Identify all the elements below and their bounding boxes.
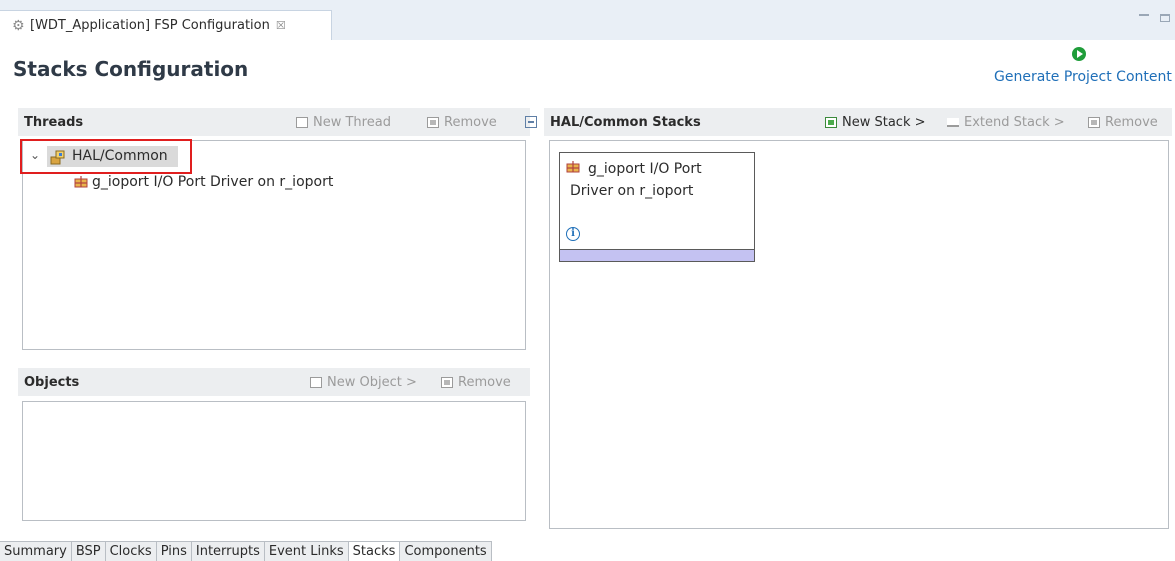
stacks-header: HAL/Common Stacks New Stack > Extend Sta… — [544, 108, 1172, 136]
remove-object-label: Remove — [458, 374, 511, 390]
new-thread-button[interactable]: New Thread — [296, 108, 391, 136]
highlight-box — [20, 139, 192, 174]
extend-stack-label: Extend Stack > — [964, 114, 1065, 130]
objects-list[interactable] — [22, 401, 526, 521]
remove-icon — [1088, 116, 1100, 128]
editor-tab-label: [WDT_Application] FSP Configuration — [30, 18, 270, 33]
stacks-title: HAL/Common Stacks — [550, 114, 701, 130]
stack-card-footer-bar — [560, 249, 754, 261]
remove-icon — [441, 376, 453, 388]
collapse-all-icon[interactable] — [525, 116, 537, 128]
editor-tab-fsp-configuration[interactable]: ⚙ [WDT_Application] FSP Configuration ☒ — [0, 10, 332, 40]
remove-stack-label: Remove — [1105, 114, 1158, 130]
stack-card-title-line2: Driver on r_ioport — [570, 183, 694, 199]
minimize-icon[interactable] — [1139, 14, 1149, 20]
new-object-label: New Object > — [327, 374, 417, 390]
tree-item-g-ioport[interactable]: g_ioport I/O Port Driver on r_ioport — [92, 174, 333, 190]
tab-event-links[interactable]: Event Links — [264, 542, 349, 561]
remove-icon — [427, 116, 439, 128]
remove-thread-label: Remove — [444, 114, 497, 130]
extend-stack-icon — [947, 117, 959, 127]
new-thread-label: New Thread — [313, 114, 391, 130]
objects-header: Objects New Object > Remove — [18, 368, 530, 396]
remove-thread-button[interactable]: Remove — [427, 108, 497, 136]
new-object-icon — [310, 376, 322, 388]
new-stack-button[interactable]: New Stack > — [825, 108, 926, 136]
tab-stacks[interactable]: Stacks — [348, 542, 401, 561]
tab-summary[interactable]: Summary — [0, 542, 72, 561]
extend-stack-button[interactable]: Extend Stack > — [947, 108, 1065, 136]
remove-object-button[interactable]: Remove — [441, 368, 511, 396]
generate-run-icon[interactable] — [1072, 47, 1086, 61]
tab-interrupts[interactable]: Interrupts — [191, 542, 265, 561]
bottom-tab-bar: Summary BSP Clocks Pins Interrupts Event… — [0, 541, 492, 561]
module-icon — [566, 161, 580, 173]
gear-icon: ⚙ — [12, 17, 25, 34]
close-icon[interactable]: ☒ — [276, 19, 286, 32]
info-icon[interactable]: i — [566, 227, 580, 241]
remove-stack-button[interactable]: Remove — [1088, 108, 1158, 136]
new-thread-icon — [296, 116, 308, 128]
generate-project-content-link[interactable]: Generate Project Content — [994, 69, 1172, 85]
threads-title: Threads — [24, 114, 84, 130]
objects-title: Objects — [24, 374, 80, 390]
page-title: Stacks Configuration — [13, 57, 249, 81]
new-stack-icon — [825, 116, 837, 128]
new-stack-label: New Stack > — [842, 114, 926, 130]
tab-pins[interactable]: Pins — [156, 542, 192, 561]
module-icon — [74, 176, 88, 188]
maximize-icon[interactable] — [1160, 14, 1170, 22]
new-object-button[interactable]: New Object > — [310, 368, 417, 396]
tab-components[interactable]: Components — [400, 542, 492, 561]
stack-card-title-line1: g_ioport I/O Port — [588, 161, 702, 177]
tab-clocks[interactable]: Clocks — [105, 542, 157, 561]
threads-header: Threads New Thread Remove — [18, 108, 537, 136]
tab-bsp[interactable]: BSP — [71, 542, 106, 561]
